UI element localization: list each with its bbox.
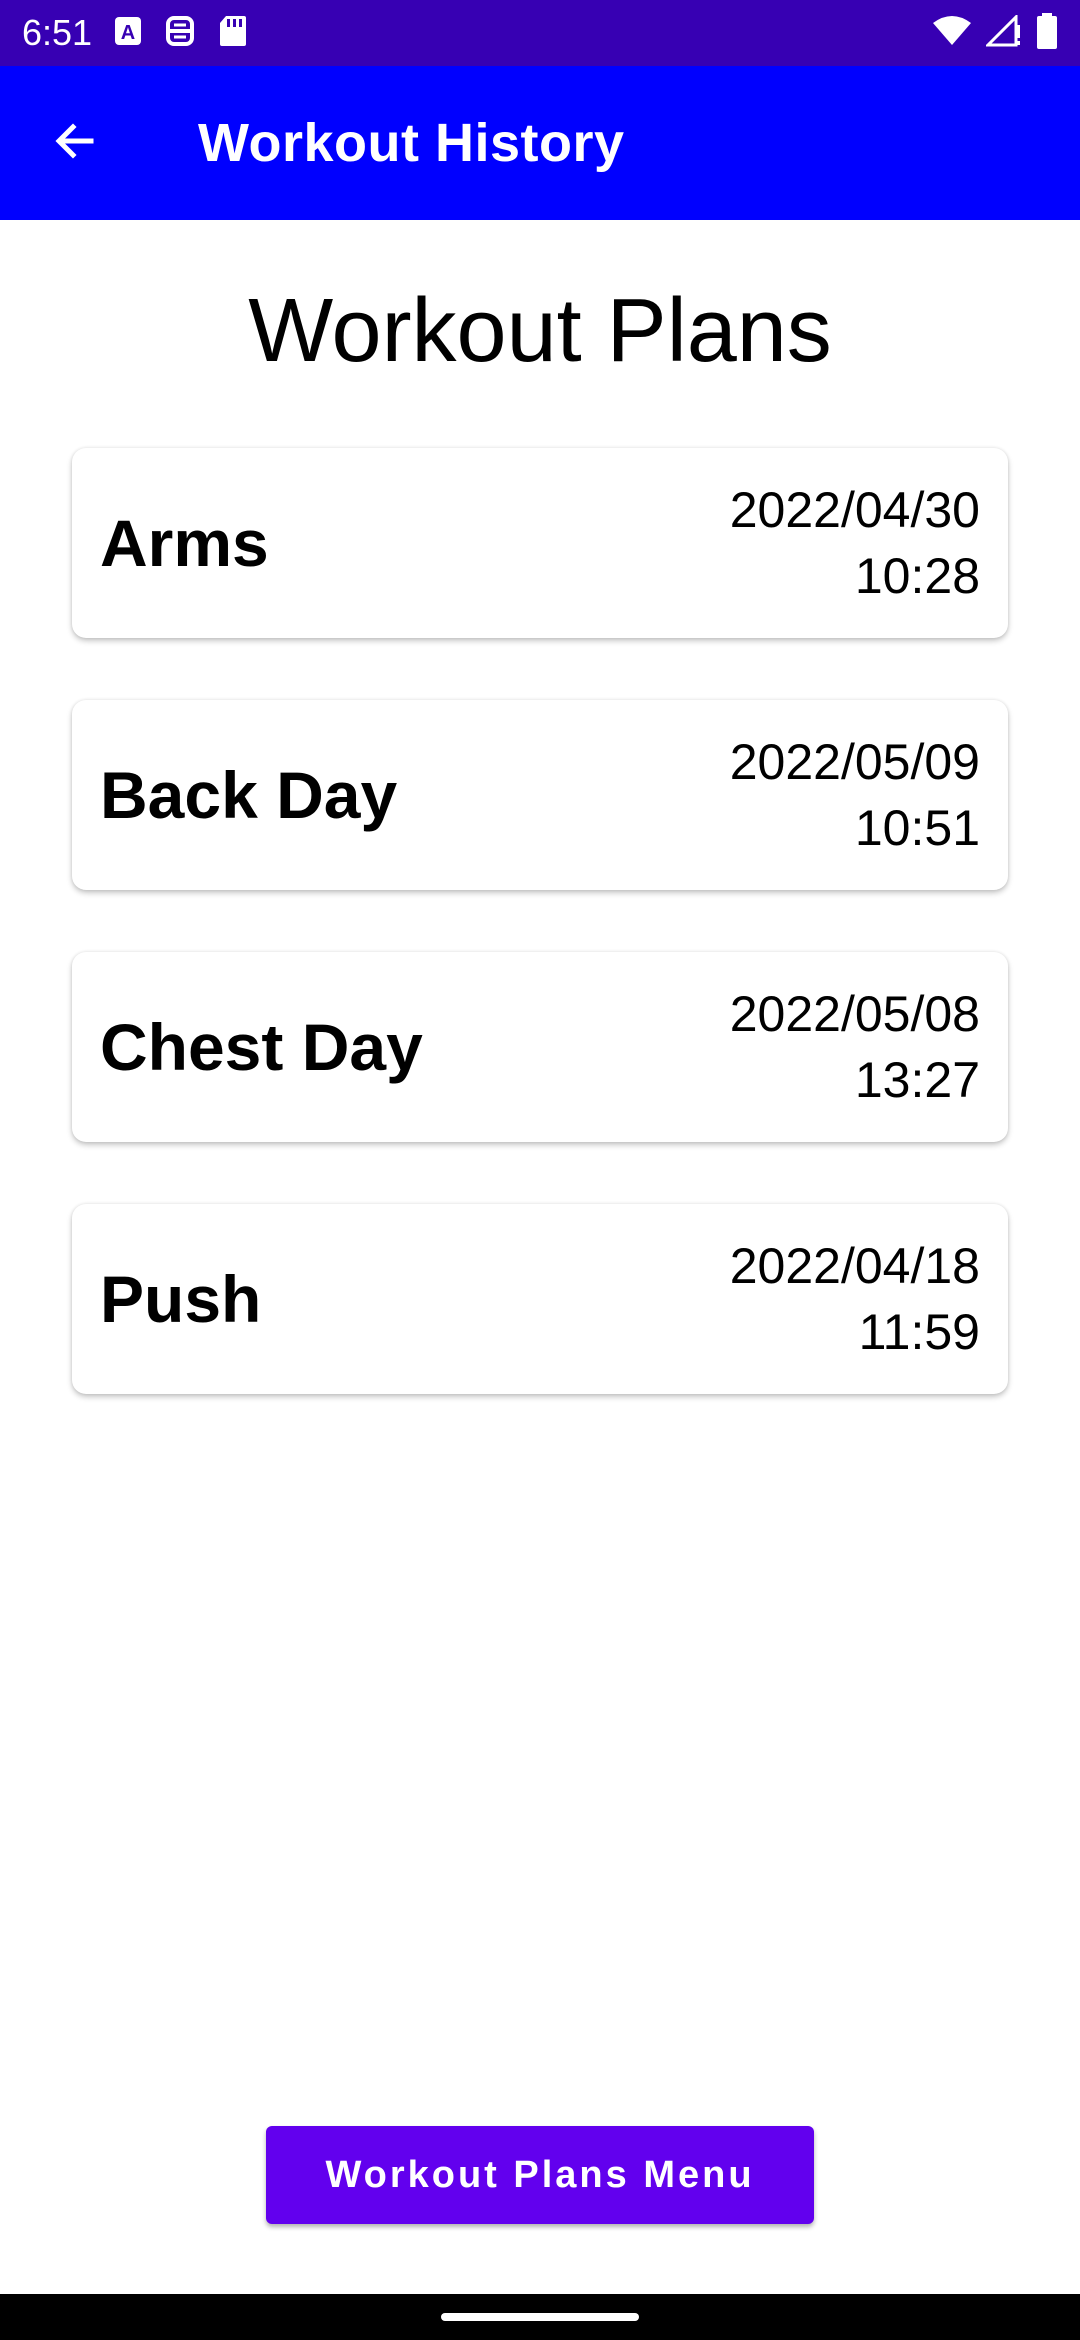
cast-icon (164, 15, 196, 52)
plan-card[interactable]: Arms 2022/04/30 10:28 (72, 448, 1008, 638)
plan-date: 2022/04/30 (729, 482, 980, 538)
nav-bar (0, 2294, 1080, 2340)
svg-text:A: A (121, 22, 135, 44)
plan-datetime: 2022/04/18 11:59 (730, 1233, 980, 1365)
back-button[interactable] (0, 66, 150, 220)
page-heading: Workout Plans (248, 281, 832, 381)
plan-name: Arms (100, 506, 269, 580)
plan-date: 2022/05/08 (729, 986, 980, 1042)
plan-time: 10:28 (854, 548, 980, 604)
status-left: 6:51 A (22, 12, 247, 54)
plan-card[interactable]: Push 2022/04/18 11:59 (72, 1204, 1008, 1394)
workout-plans-menu-button[interactable]: Workout Plans Menu (266, 2126, 814, 2224)
arrow-back-icon (51, 117, 99, 170)
signal-icon (984, 12, 1022, 52)
plan-time: 11:59 (858, 1304, 980, 1360)
plan-card[interactable]: Chest Day 2022/05/08 13:27 (72, 952, 1008, 1142)
plan-datetime: 2022/05/09 10:51 (730, 729, 980, 861)
plan-name: Push (100, 1262, 262, 1336)
status-right (932, 12, 1058, 54)
plan-datetime: 2022/05/08 13:27 (730, 981, 980, 1113)
plan-card[interactable]: Back Day 2022/05/09 10:51 (72, 700, 1008, 890)
plan-date: 2022/05/09 (729, 734, 980, 790)
sd-card-icon (218, 15, 247, 52)
text-a-icon: A (114, 16, 142, 51)
status-bar: 6:51 A (0, 0, 1080, 66)
plan-datetime: 2022/04/30 10:28 (730, 477, 980, 609)
plan-time: 10:51 (854, 800, 980, 856)
app-bar: Workout History (0, 66, 1080, 220)
plan-date: 2022/04/18 (729, 1238, 980, 1294)
plan-time: 13:27 (854, 1052, 980, 1108)
plan-name: Chest Day (100, 1010, 423, 1084)
app-title: Workout History (198, 113, 625, 173)
status-icons-left: A (114, 15, 247, 52)
battery-icon (1036, 12, 1058, 54)
status-time: 6:51 (22, 12, 93, 53)
wifi-icon (932, 15, 972, 52)
home-handle[interactable] (441, 2313, 639, 2321)
plan-name: Back Day (100, 758, 398, 832)
